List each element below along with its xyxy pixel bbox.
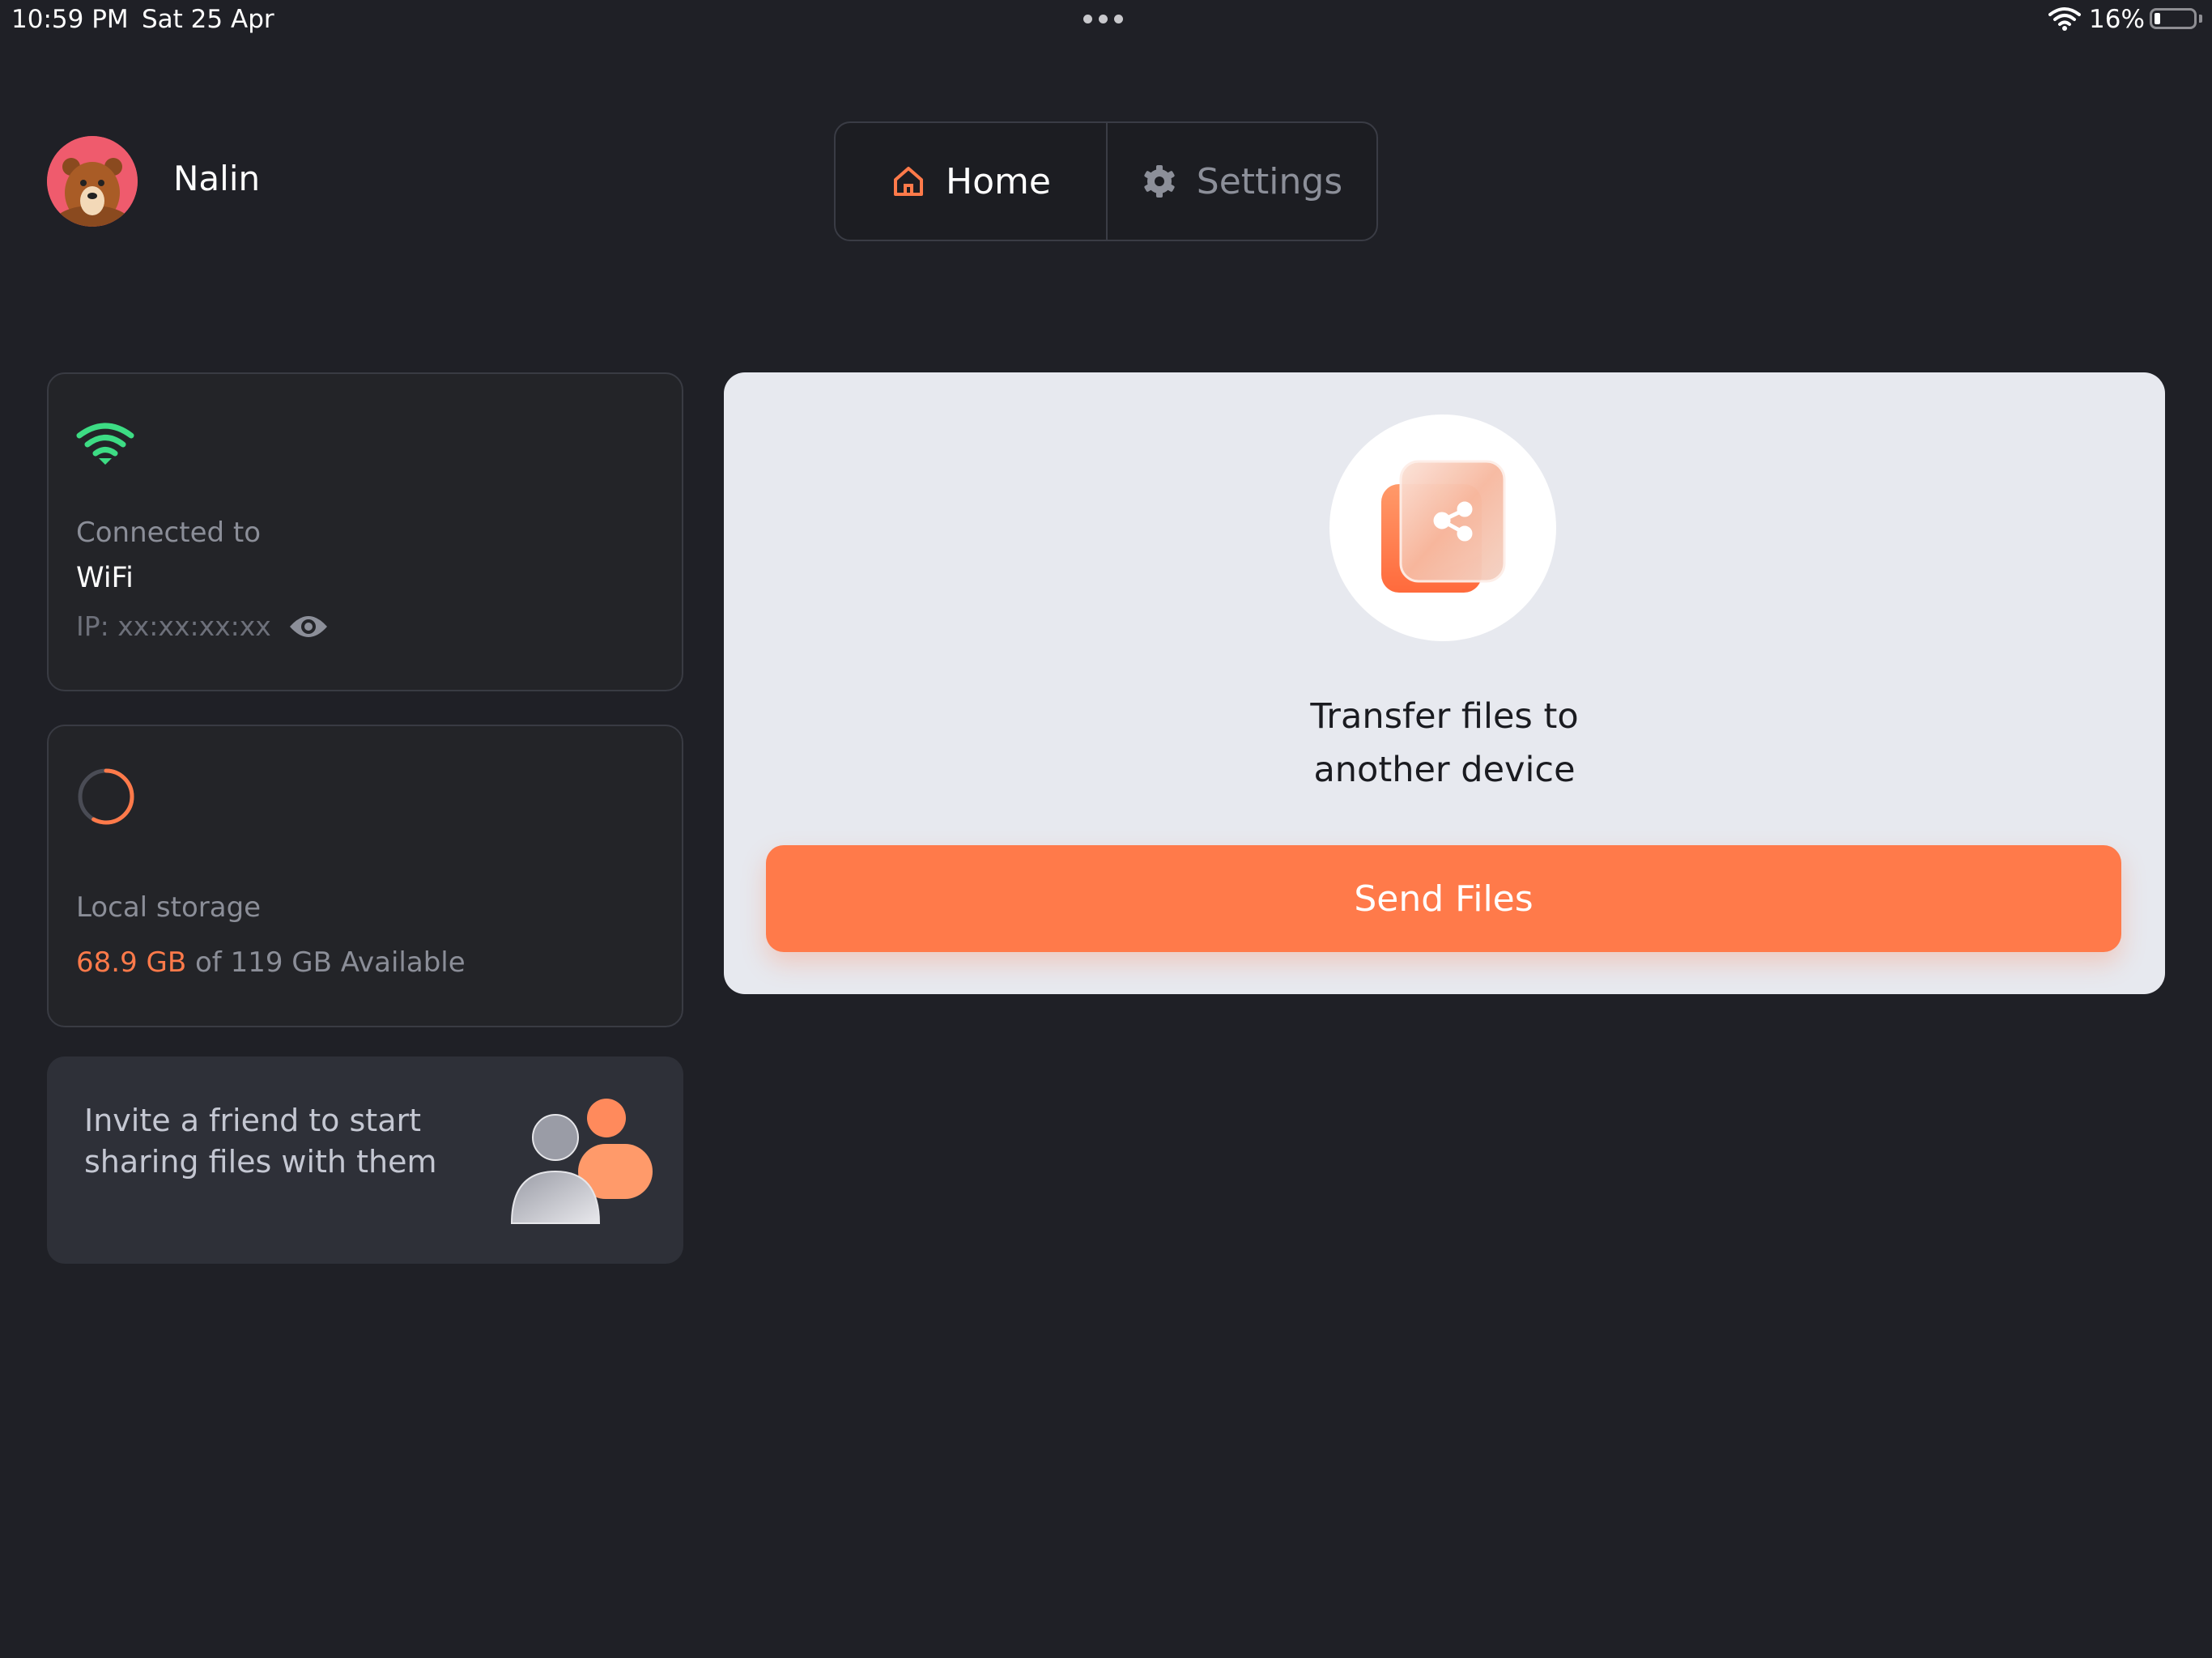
invite-card[interactable]: Invite a friend to start sharing files w… bbox=[47, 1056, 683, 1264]
transfer-title-line2: another device bbox=[1313, 750, 1576, 790]
tab-home[interactable]: Home bbox=[836, 123, 1108, 240]
battery-percent: 16% bbox=[2089, 5, 2145, 34]
tab-home-label: Home bbox=[946, 160, 1051, 202]
share-illustration bbox=[1329, 414, 1556, 641]
storage-card: Local storage 68.9 GB of 119 GB Availabl… bbox=[47, 725, 683, 1027]
send-files-button[interactable]: Send Files bbox=[766, 845, 2121, 952]
gear-icon bbox=[1144, 165, 1175, 198]
wifi-icon bbox=[76, 423, 134, 465]
storage-summary: 68.9 GB of 119 GB Available bbox=[76, 946, 466, 979]
tab-settings[interactable]: Settings bbox=[1108, 123, 1376, 240]
eye-icon[interactable] bbox=[288, 612, 329, 641]
transfer-card: Transfer files to another device Send Fi… bbox=[724, 372, 2165, 994]
storage-label: Local storage bbox=[76, 891, 262, 924]
avatar[interactable] bbox=[47, 136, 138, 227]
storage-available: of 119 GB Available bbox=[186, 946, 466, 979]
invite-friends-icon bbox=[510, 1099, 653, 1224]
transfer-title-line1: Transfer files to bbox=[1310, 696, 1579, 737]
connection-label: Connected to bbox=[76, 517, 262, 549]
status-wifi-icon bbox=[2048, 7, 2081, 31]
invite-text: Invite a friend to start sharing files w… bbox=[84, 1103, 437, 1180]
battery-cap bbox=[2199, 15, 2202, 23]
tab-settings-label: Settings bbox=[1196, 160, 1343, 202]
nav-tabs: Home Settings bbox=[834, 121, 1378, 241]
share-files-icon bbox=[1381, 460, 1506, 593]
battery-icon bbox=[2150, 8, 2197, 29]
connection-network: WiFi bbox=[76, 562, 134, 594]
user-name: Nalin bbox=[173, 159, 261, 198]
connection-card: Connected to WiFi IP: xx:xx:xx:xx bbox=[47, 372, 683, 691]
multitasking-dots-icon[interactable] bbox=[1083, 15, 1123, 23]
status-time: 10:59 PM bbox=[11, 5, 129, 34]
bear-avatar-icon bbox=[47, 136, 138, 227]
status-date: Sat 25 Apr bbox=[142, 5, 274, 34]
status-bar: 10:59 PM Sat 25 Apr 16% bbox=[0, 0, 2212, 40]
storage-ring-icon bbox=[78, 768, 134, 825]
home-icon bbox=[894, 167, 924, 196]
ip-address: IP: xx:xx:xx:xx bbox=[76, 610, 271, 642]
transfer-title: Transfer files to another device bbox=[724, 690, 2165, 797]
storage-used: 68.9 GB bbox=[76, 946, 187, 979]
